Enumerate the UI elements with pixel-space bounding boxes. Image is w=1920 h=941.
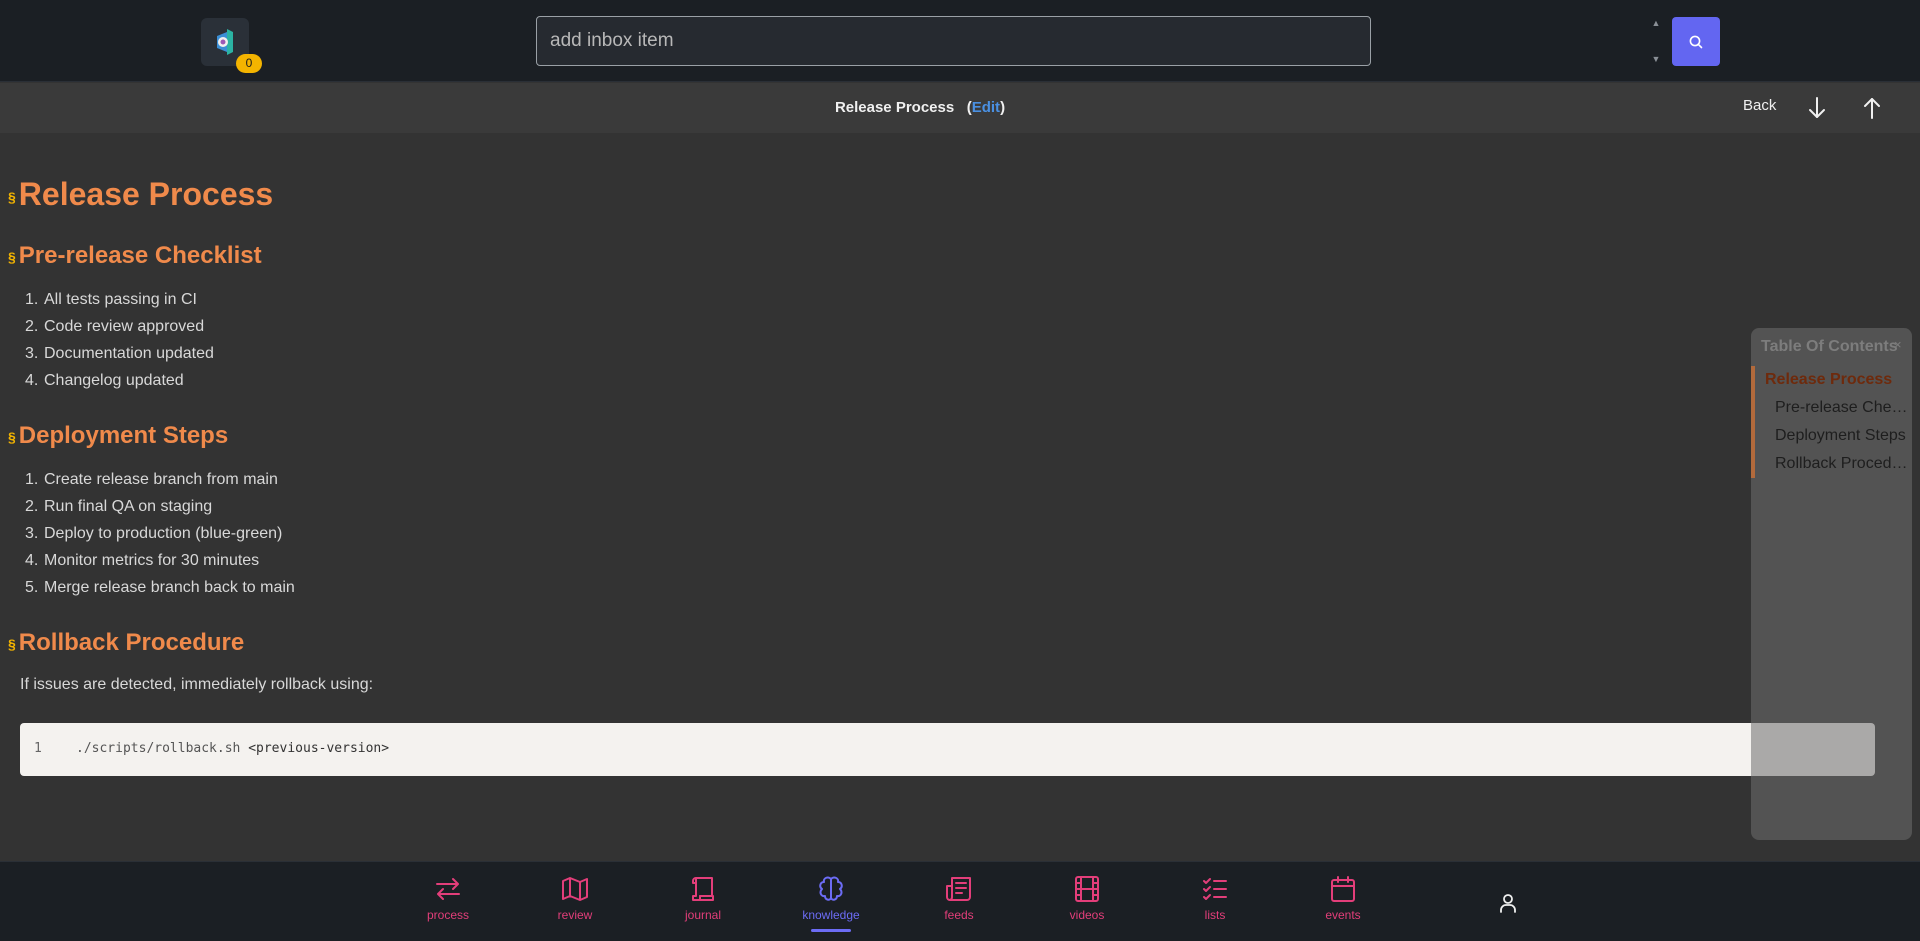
arrow-down-icon <box>1809 97 1825 118</box>
list-item: 4. Monitor metrics for 30 minutes <box>25 552 260 569</box>
scroll-icon <box>692 877 714 901</box>
inbox-count-badge: 0 <box>236 54 262 73</box>
toc-item[interactable]: Release Process <box>1755 366 1912 394</box>
film-icon <box>1075 876 1099 902</box>
newspaper-icon <box>946 877 971 901</box>
toc-list: Release Process Pre-release Checklist De… <box>1751 366 1912 478</box>
nav-item-videos[interactable]: videos <box>1042 874 1132 922</box>
checklist-icon <box>1203 878 1227 900</box>
list-item: 2. Code review approved <box>25 318 205 335</box>
nav-item-knowledge[interactable]: knowledge <box>786 874 876 922</box>
doc-title: §Release Process <box>8 176 274 212</box>
toc-item[interactable]: Rollback Procedure <box>1755 450 1912 478</box>
checklist-list: 1. All tests passing in CI 2. Code review … <box>25 286 214 394</box>
list-item: 1. Create release branch from main <box>25 471 278 488</box>
logo-icon <box>217 29 233 55</box>
scroll-to-top-button[interactable] <box>1860 95 1884 126</box>
active-nav-indicator <box>811 929 851 932</box>
arrow-up-icon <box>1864 98 1880 119</box>
nav-item-review[interactable]: review <box>530 874 620 922</box>
back-button[interactable]: Back <box>1743 97 1776 114</box>
list-item: 4. Changelog updated <box>25 372 184 389</box>
section-heading: § Pre-release Checklist <box>8 242 262 269</box>
caret-up-icon[interactable]: ▲ <box>1652 18 1661 28</box>
close-paren: ) <box>1000 99 1006 116</box>
nav-item-journal[interactable]: journal <box>658 874 748 922</box>
scroll-to-bottom-button[interactable] <box>1805 95 1829 126</box>
profile-button[interactable] <box>1497 892 1519 919</box>
list-item: 1. All tests passing in CI <box>25 291 197 308</box>
section-heading: § Rollback Procedure <box>8 629 245 656</box>
arrows-exchange-icon <box>436 878 460 900</box>
list-item: 5. Merge release branch back to main <box>25 579 295 596</box>
page-header: Release Process (Edit) Back <box>0 83 1920 133</box>
section-anchor[interactable]: § <box>8 189 16 205</box>
bottom-nav: process review journal knowledge feeds v… <box>0 861 1920 941</box>
brain-icon <box>819 876 843 901</box>
search-button[interactable] <box>1672 17 1720 66</box>
search-icon <box>1689 35 1703 48</box>
list-item: 3. Documentation updated <box>25 345 214 362</box>
code-block: 1 ./scripts/rollback.sh <previous-versio… <box>20 723 1875 776</box>
close-icon[interactable]: × <box>1894 337 1902 352</box>
code-line: ./scripts/rollback.sh <previous-version> <box>76 741 390 756</box>
caret-down-icon[interactable]: ▼ <box>1652 54 1661 64</box>
toc-item[interactable]: Pre-release Checklist <box>1755 394 1912 422</box>
nav-item-events[interactable]: events <box>1298 874 1388 922</box>
section-anchor[interactable]: § <box>8 636 16 652</box>
calendar-icon <box>1331 876 1355 902</box>
edit-link[interactable]: Edit <box>972 99 1000 116</box>
toc-item[interactable]: Deployment Steps <box>1755 422 1912 450</box>
map-icon <box>562 877 588 901</box>
section-anchor[interactable]: § <box>8 249 16 265</box>
top-bar: 0 ▲ ▼ <box>0 0 1920 82</box>
page-title-text: Release Process <box>834 99 955 116</box>
list-item: 2. Run final QA on staging <box>25 498 213 515</box>
user-icon <box>1500 894 1516 913</box>
paragraph: If issues are detected, immediately roll… <box>20 676 374 693</box>
input-stepper[interactable]: ▲ ▼ <box>1648 18 1664 64</box>
line-number: 1 <box>34 741 42 756</box>
section-anchor[interactable]: § <box>8 429 16 445</box>
section-heading: § Deployment Steps <box>8 422 229 449</box>
nav-item-feeds[interactable]: feeds <box>914 874 1004 922</box>
deployment-list: 1. Create release branch from main 2. Run … <box>25 466 295 601</box>
page-title: Release Process (Edit) <box>0 83 1840 133</box>
add-inbox-item-input[interactable] <box>536 16 1371 66</box>
toc-title: Table Of Contents <box>1761 338 1898 355</box>
nav-item-lists[interactable]: lists <box>1170 874 1260 922</box>
table-of-contents: Table Of Contents × Release Process Pre-… <box>1751 328 1912 840</box>
list-item: 3. Deploy to production (blue-green) <box>25 525 283 542</box>
nav-item-process[interactable]: process <box>403 874 493 922</box>
